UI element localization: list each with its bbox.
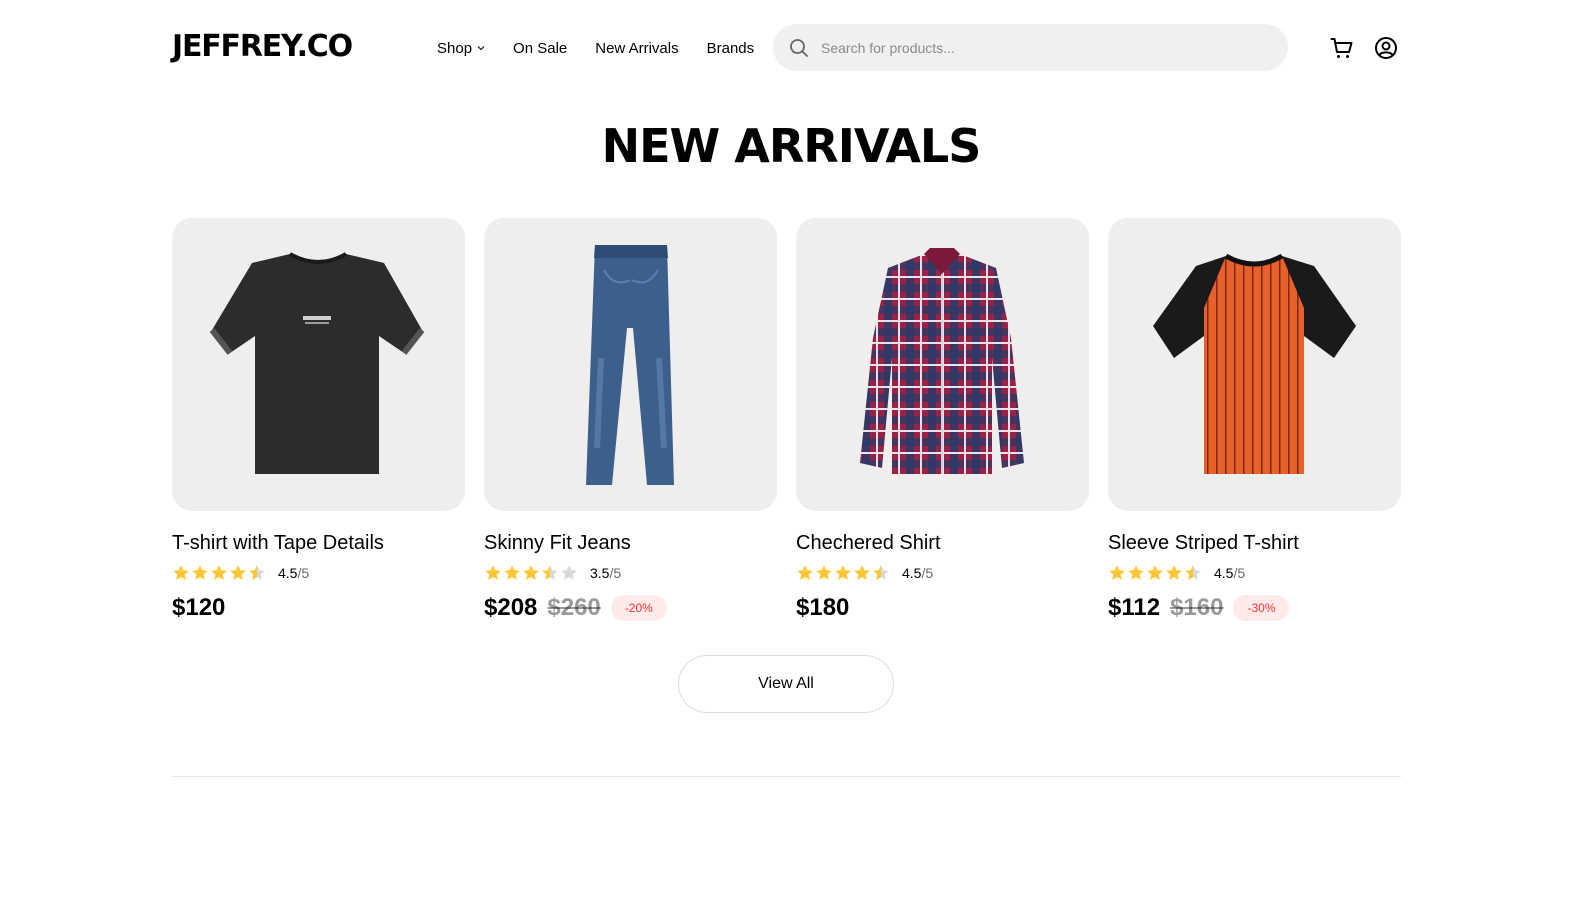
star-full-icon <box>1147 565 1163 580</box>
product-card[interactable]: Sleeve Striped T-shirt 4.5/5 $112 $160 -… <box>1108 218 1401 624</box>
black-tshirt-image <box>209 252 425 474</box>
star-half-icon <box>542 565 558 580</box>
nav-item-label: Shop <box>437 39 473 57</box>
rating-text: 4.5/5 <box>1214 565 1246 581</box>
rating-stars <box>484 564 578 582</box>
product-name[interactable]: T-shirt with Tape Details <box>172 530 465 556</box>
product-old-price: $260 <box>547 594 601 621</box>
main-nav: Shop On Sale New Arrivals Brands <box>437 38 782 58</box>
search-bar[interactable] <box>773 24 1288 71</box>
site-header: JEFFREY.CO Shop On Sale New Arrivals Bra… <box>0 0 1582 96</box>
star-half-icon <box>873 565 889 580</box>
nav-item-on-sale[interactable]: On Sale <box>513 38 567 58</box>
star-full-icon <box>1109 565 1125 580</box>
nav-item-label: New Arrivals <box>595 39 679 57</box>
star-half-icon <box>249 565 265 580</box>
product-image[interactable] <box>172 218 465 511</box>
product-card[interactable]: T-shirt with Tape Details 4.5/5 $120 <box>172 218 465 624</box>
nav-item-brands[interactable]: Brands <box>707 38 755 58</box>
account-icon[interactable] <box>1373 35 1399 61</box>
star-full-icon <box>1128 565 1144 580</box>
product-rating: 3.5/5 <box>484 562 777 584</box>
search-icon <box>789 38 809 58</box>
rating-text: 4.5/5 <box>902 565 934 581</box>
section-divider <box>172 776 1401 777</box>
price-row: $208 $260 -20% <box>484 592 777 624</box>
price-row: $180 <box>796 592 1089 624</box>
product-price: $180 <box>796 594 850 621</box>
nav-item-shop[interactable]: Shop <box>437 38 485 58</box>
logo[interactable]: JEFFREY.CO <box>172 28 353 66</box>
product-rating: 4.5/5 <box>796 562 1089 584</box>
nav-item-new-arrivals[interactable]: New Arrivals <box>595 38 678 58</box>
product-old-price: $160 <box>1170 594 1224 621</box>
rating-stars <box>1108 564 1202 582</box>
product-name[interactable]: Chechered Shirt <box>796 530 1089 556</box>
price-row: $120 <box>172 592 465 624</box>
product-rating: 4.5/5 <box>1108 562 1401 584</box>
product-name[interactable]: Sleeve Striped T-shirt <box>1108 530 1401 556</box>
star-full-icon <box>504 565 520 580</box>
product-image[interactable] <box>796 218 1089 511</box>
plaid-shirt-image <box>860 248 1024 474</box>
discount-badge: -20% <box>610 595 667 621</box>
star-full-icon <box>211 565 227 580</box>
search-input[interactable] <box>821 39 1261 56</box>
product-grid: T-shirt with Tape Details 4.5/5 $120 Ski… <box>172 218 1402 628</box>
product-price: $208 <box>484 594 538 621</box>
star-half-icon <box>1185 565 1201 580</box>
discount-badge: -30% <box>1233 595 1290 621</box>
view-all-button[interactable]: View All <box>678 655 894 713</box>
striped-tshirt-image <box>1153 253 1356 474</box>
star-empty-icon <box>561 565 577 580</box>
product-price: $120 <box>172 594 226 621</box>
product-image[interactable] <box>1108 218 1401 511</box>
nav-item-label: On Sale <box>513 39 568 57</box>
star-full-icon <box>816 565 832 580</box>
chevron-down-icon <box>477 44 485 52</box>
product-card[interactable]: Chechered Shirt 4.5/5 $180 <box>796 218 1089 624</box>
star-full-icon <box>835 565 851 580</box>
product-image[interactable] <box>484 218 777 511</box>
star-full-icon <box>485 565 501 580</box>
star-full-icon <box>523 565 539 580</box>
star-full-icon <box>230 565 246 580</box>
section-title: NEW ARRIVALS <box>601 119 982 173</box>
cart-icon[interactable] <box>1329 35 1355 61</box>
rating-stars <box>796 564 890 582</box>
nav-item-label: Brands <box>706 39 755 57</box>
product-card[interactable]: Skinny Fit Jeans 3.5/5 $208 $260 -20% <box>484 218 777 624</box>
blue-jeans-image <box>586 245 674 485</box>
rating-text: 3.5/5 <box>590 565 622 581</box>
star-full-icon <box>854 565 870 580</box>
rating-stars <box>172 564 266 582</box>
star-full-icon <box>797 565 813 580</box>
product-price: $112 <box>1108 594 1161 621</box>
price-row: $112 $160 -30% <box>1108 592 1401 624</box>
star-full-icon <box>1166 565 1182 580</box>
star-full-icon <box>192 565 208 580</box>
product-rating: 4.5/5 <box>172 562 465 584</box>
star-full-icon <box>173 565 189 580</box>
product-name[interactable]: Skinny Fit Jeans <box>484 530 777 556</box>
rating-text: 4.5/5 <box>278 565 310 581</box>
